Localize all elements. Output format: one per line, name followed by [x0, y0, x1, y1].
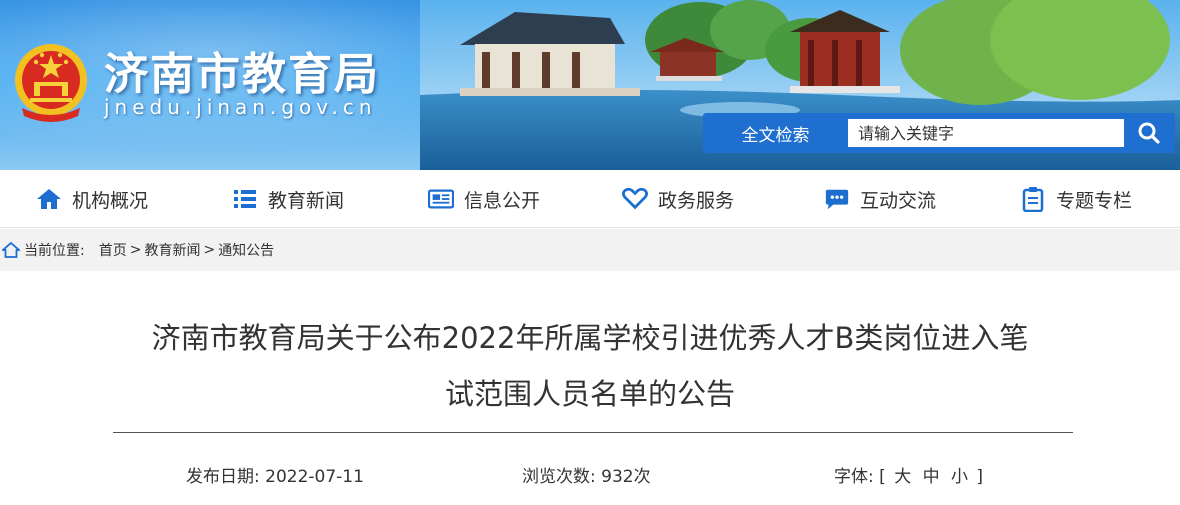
article-title-line-2: 试范围人员名单的公告	[444, 377, 735, 411]
font-size-control: 字体: [ 大 中 小 ]	[834, 462, 983, 487]
search-input[interactable]	[848, 119, 1124, 147]
home-icon	[36, 186, 62, 212]
national-emblem-icon	[15, 44, 87, 122]
breadcrumb: 当前位置: 首页 > 教育新闻 > 通知公告	[0, 229, 1180, 271]
font-size-medium-button[interactable]: 中	[923, 467, 940, 487]
view-count-label: 浏览次数:	[522, 467, 596, 487]
breadcrumb-prefix: 当前位置:	[24, 243, 85, 259]
view-count-value: 932次	[601, 467, 651, 487]
heart-icon	[622, 186, 648, 212]
search-label: 全文检索	[741, 125, 810, 146]
nav-item-gov-services[interactable]: 政务服务	[622, 184, 734, 214]
breadcrumb-link-news[interactable]: 教育新闻	[144, 240, 200, 260]
font-size-label: 字体:	[834, 467, 874, 487]
site-title[interactable]: 济南市教育局	[104, 38, 380, 102]
main-nav: 机构概况 教育新闻 信息公开 政务服务 互动交流 专题专栏	[0, 170, 1180, 228]
nav-label: 机构概况	[72, 189, 149, 212]
font-bracket-close: ]	[976, 467, 984, 487]
newspaper-icon	[428, 186, 454, 212]
search-button[interactable]	[1126, 117, 1172, 149]
nav-label: 政务服务	[658, 189, 735, 212]
nav-item-special-topics[interactable]: 专题专栏	[1020, 184, 1132, 214]
breadcrumb-link-notices[interactable]: 通知公告	[218, 240, 274, 260]
breadcrumb-link-home[interactable]: 首页	[99, 240, 127, 260]
view-count: 浏览次数: 932次	[522, 462, 651, 487]
list-icon	[232, 186, 258, 212]
nav-item-interaction[interactable]: 互动交流	[824, 184, 936, 214]
site-domain: jnedu.jinan.gov.cn	[104, 95, 377, 119]
nav-label: 教育新闻	[268, 189, 345, 212]
publish-date-label: 发布日期:	[186, 467, 260, 487]
font-size-small-button[interactable]: 小	[951, 467, 968, 487]
nav-label: 专题专栏	[1056, 189, 1133, 212]
nav-item-info-disclosure[interactable]: 信息公开	[428, 184, 540, 214]
nav-item-institution[interactable]: 机构概况	[36, 184, 148, 214]
clipboard-icon	[1020, 186, 1046, 212]
chat-icon	[824, 186, 850, 212]
nav-label: 信息公开	[464, 189, 541, 212]
header-banner: 济南市教育局 jnedu.jinan.gov.cn 全文检索	[0, 0, 1180, 170]
nav-item-news[interactable]: 教育新闻	[232, 184, 344, 214]
article-title: 济南市教育局关于公布2022年所属学校引进优秀人才B类岗位进入笔 试范围人员名单…	[100, 310, 1080, 422]
breadcrumb-separator: >	[129, 242, 142, 258]
search-box: 全文检索	[703, 113, 1175, 153]
font-size-large-button[interactable]: 大	[894, 467, 911, 487]
font-bracket-open: [	[879, 467, 886, 487]
nav-label: 互动交流	[860, 189, 937, 212]
publish-date-value: 2022-07-11	[265, 467, 364, 487]
article-title-line-1: 济南市教育局关于公布2022年所属学校引进优秀人才B类岗位进入笔	[151, 321, 1029, 355]
title-divider	[113, 432, 1073, 433]
search-icon	[1138, 122, 1160, 144]
home-icon	[2, 241, 20, 258]
breadcrumb-separator: >	[203, 242, 216, 258]
publish-date: 发布日期: 2022-07-11	[186, 462, 364, 487]
